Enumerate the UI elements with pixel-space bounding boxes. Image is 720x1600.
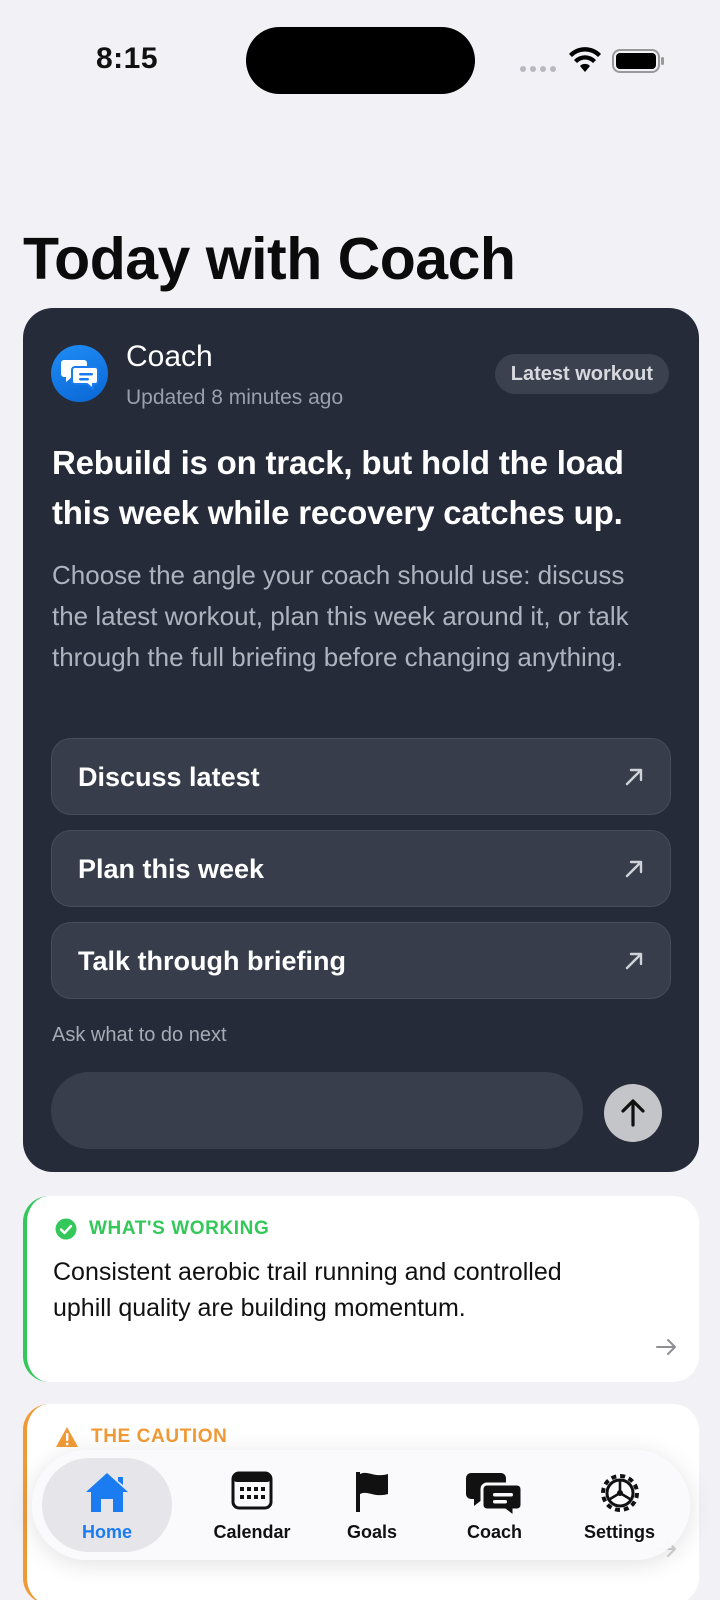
working-text: Consistent aerobic trail running and con… [53, 1258, 562, 1322]
action-label: Discuss latest [78, 762, 260, 792]
coach-avatar [51, 345, 108, 402]
tab-label: Settings [583, 1522, 655, 1542]
card-tag: WHAT'S WORKING [55, 1218, 269, 1240]
arrow-right-icon [656, 1339, 676, 1355]
flag-icon [356, 1472, 388, 1512]
tab-label: Goals [346, 1522, 398, 1542]
action-label: Plan this week [78, 854, 265, 884]
arrow-up-right-icon [625, 952, 643, 970]
coach-description: Choose the angle your coach should use: … [52, 560, 629, 672]
ask-coach-input[interactable] [51, 1072, 583, 1149]
arrow-up-right-icon [625, 768, 643, 786]
tab-bar: Home Calendar Goals Coach Settings [32, 1450, 690, 1560]
talk-through-briefing-button[interactable]: Talk through briefing [51, 922, 671, 999]
tab-calendar[interactable]: Calendar [192, 1450, 312, 1560]
gear-icon [600, 1474, 639, 1512]
calendar-icon [231, 1471, 273, 1510]
chat-bubbles-icon [61, 360, 99, 390]
tab-goals[interactable]: Goals [312, 1450, 432, 1560]
cellular-signal-icon [520, 66, 556, 72]
checkmark-circle-icon [55, 1218, 77, 1240]
page-title: Today with Coach [23, 226, 516, 292]
dynamic-island [246, 27, 475, 94]
card-tag-label: WHAT'S WORKING [89, 1218, 270, 1239]
coach-name: Coach [126, 340, 213, 373]
tab-coach[interactable]: Coach [432, 1450, 557, 1560]
chat-bubbles-icon [465, 1473, 523, 1518]
coach-card: Coach Updated 8 minutes ago Latest worko… [23, 308, 699, 1172]
send-button[interactable] [604, 1084, 662, 1142]
latest-workout-badge: Latest workout [494, 354, 669, 394]
tab-settings[interactable]: Settings [557, 1450, 682, 1560]
tab-label: Calendar [213, 1522, 291, 1542]
card-tag-label: THE CAUTION [91, 1426, 228, 1447]
house-icon [86, 1473, 128, 1512]
card-tag: THE CAUTION [55, 1426, 227, 1448]
status-bar: 8:15 [0, 0, 720, 120]
arrow-up-right-icon [625, 860, 643, 878]
plan-this-week-button[interactable]: Plan this week [51, 830, 671, 907]
tab-label: Coach [466, 1522, 522, 1542]
action-label: Talk through briefing [78, 946, 346, 976]
ask-label: Ask what to do next [52, 1024, 227, 1046]
coach-updated-timestamp: Updated 8 minutes ago [126, 386, 344, 409]
status-time: 8:15 [96, 42, 159, 75]
screen: 8:15 Today with Coach Coach Updated 8 mi… [0, 0, 720, 1600]
warning-triangle-icon [56, 1427, 78, 1447]
tab-label: Home [81, 1522, 132, 1542]
coach-headline: Rebuild is on track, but hold the load t… [52, 444, 624, 531]
battery-icon [612, 49, 664, 73]
tab-home[interactable]: Home [42, 1450, 172, 1560]
discuss-latest-button[interactable]: Discuss latest [51, 738, 671, 815]
arrow-up-icon [621, 1099, 645, 1127]
whats-working-card[interactable]: WHAT'S WORKING Consistent aerobic trail … [23, 1196, 699, 1382]
wifi-icon [569, 47, 601, 72]
